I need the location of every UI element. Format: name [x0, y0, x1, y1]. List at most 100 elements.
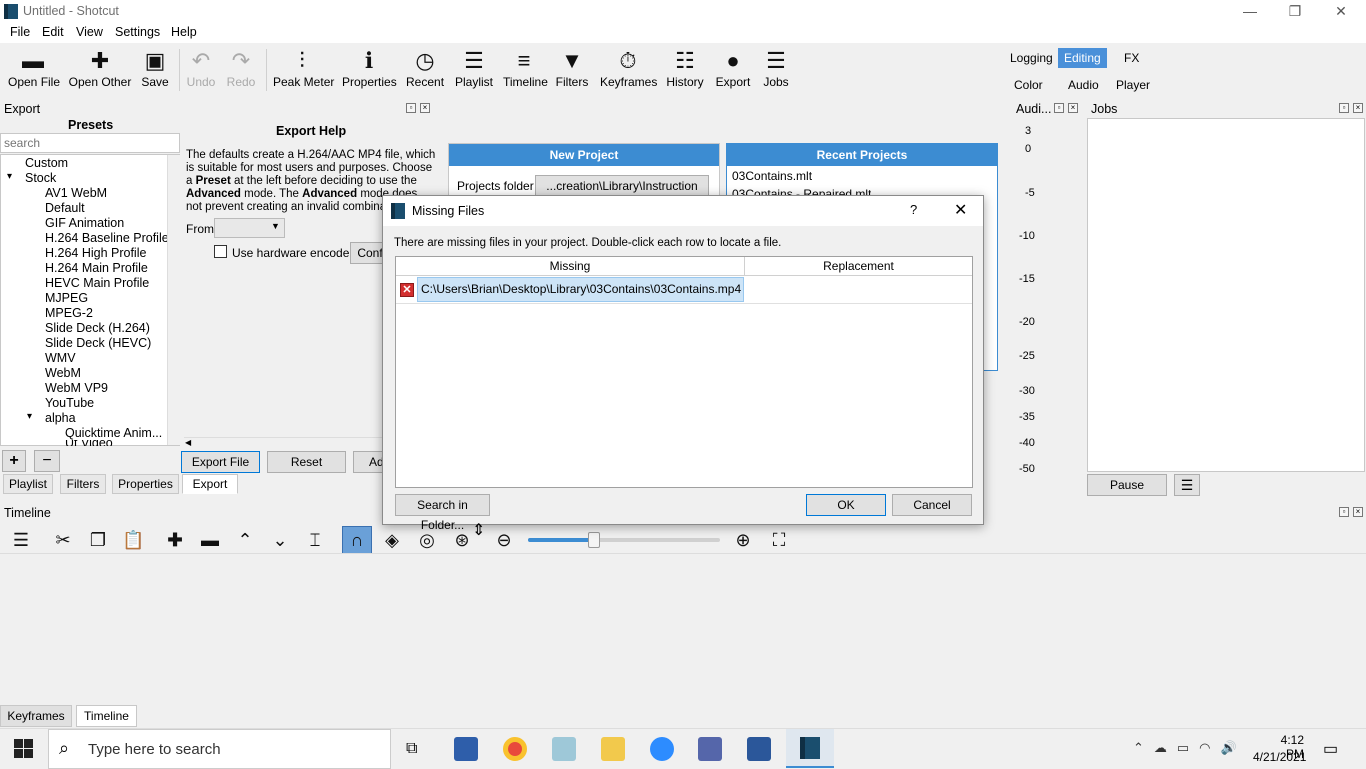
open-other-button[interactable]: ✚ Open Other	[68, 47, 132, 97]
windows-start-icon[interactable]	[14, 739, 34, 759]
float-panel-icon[interactable]: ▫	[406, 103, 416, 113]
list-item[interactable]: WebM VP9	[45, 381, 108, 395]
column-header-missing[interactable]: Missing	[396, 257, 745, 276]
word-icon[interactable]	[747, 737, 771, 761]
taskbar-date[interactable]: 4/21/2021	[1253, 750, 1306, 764]
dialog-help-button[interactable]: ?	[910, 202, 917, 217]
menu-view[interactable]: View	[76, 25, 103, 39]
remove-preset-button[interactable]: −	[34, 450, 60, 472]
tab-properties[interactable]: Properties	[112, 474, 179, 494]
paste-icon[interactable]: 📋	[122, 530, 144, 550]
restore-button[interactable]: ❐	[1272, 2, 1318, 22]
layout-color[interactable]: Color	[1008, 75, 1049, 95]
keyframes-button[interactable]: ⏱ Keyframes	[600, 47, 657, 97]
app-icon[interactable]	[552, 737, 576, 761]
list-item[interactable]: MPEG-2	[45, 306, 93, 320]
chrome-icon[interactable]	[503, 737, 527, 761]
save-button[interactable]: ▣ Save	[138, 47, 172, 97]
tab-keyframes[interactable]: Keyframes	[0, 705, 72, 727]
history-button[interactable]: ☷ History	[666, 47, 704, 97]
list-item[interactable]: Stock	[25, 171, 56, 185]
split-icon[interactable]: ⌶	[304, 530, 326, 550]
list-item[interactable]: H.264 High Profile	[45, 246, 146, 260]
list-item[interactable]: WMV	[45, 351, 76, 365]
missing-file-path[interactable]: C:\Users\Brian\Desktop\Library\03Contain…	[417, 277, 744, 302]
notification-icon[interactable]: ▭	[1323, 739, 1338, 759]
peak-meter-button[interactable]: ⫶ Peak Meter	[273, 47, 334, 97]
tab-export[interactable]: Export	[182, 474, 238, 494]
ok-button[interactable]: OK	[806, 494, 886, 516]
help-hscrollbar[interactable]: ◀	[184, 437, 384, 449]
presets-tree[interactable]: Custom ▾ Stock AV1 WebM Default GIF Anim…	[0, 154, 180, 446]
list-item[interactable]: GIF Animation	[45, 216, 124, 230]
task-view-icon[interactable]: ⧉	[406, 740, 417, 758]
zoom-in-icon[interactable]: ⊕	[732, 530, 754, 550]
zoom-slider[interactable]	[528, 532, 720, 548]
copy-icon[interactable]: ❐	[87, 530, 109, 550]
table-row[interactable]: ✕ C:\Users\Brian\Desktop\Library\03Conta…	[396, 276, 972, 304]
zoom-app-icon[interactable]	[650, 737, 674, 761]
timeline-button[interactable]: ≡ Timeline	[503, 47, 548, 97]
shotcut-taskbar-button[interactable]	[786, 729, 834, 768]
add-preset-button[interactable]: +	[2, 450, 26, 472]
menu-settings[interactable]: Settings	[115, 25, 160, 39]
close-panel-icon[interactable]: ×	[1068, 103, 1078, 113]
append-icon[interactable]: ✚	[164, 530, 186, 550]
filters-button[interactable]: ▼ Filters	[555, 47, 589, 97]
presets-scrollbar[interactable]	[167, 155, 180, 445]
undo-button[interactable]: ↶ Undo	[184, 47, 218, 97]
reset-button[interactable]: Reset	[267, 451, 346, 473]
snap-icon[interactable]: ∩	[342, 526, 372, 554]
close-window-button[interactable]: ✕	[1318, 2, 1364, 22]
menu-help[interactable]: Help	[171, 25, 197, 39]
cut-icon[interactable]: ✂	[52, 530, 74, 550]
jobs-list[interactable]	[1087, 118, 1365, 472]
redo-button[interactable]: ↷ Redo	[224, 47, 258, 97]
scrub-icon[interactable]: ◈	[381, 530, 403, 550]
list-item[interactable]: AV1 WebM	[45, 186, 107, 200]
minimize-button[interactable]: —	[1227, 2, 1273, 22]
column-header-replacement[interactable]: Replacement	[745, 257, 972, 276]
tab-filters[interactable]: Filters	[60, 474, 106, 494]
taskbar-search-box[interactable]: ⌕ Type here to search	[48, 729, 391, 769]
advanced-button[interactable]: Ad	[353, 451, 384, 473]
open-file-button[interactable]: ▬ Open File	[8, 47, 60, 97]
timeline-menu-icon[interactable]: ☰	[10, 530, 32, 550]
expand-arrow-icon[interactable]: ▾	[27, 411, 32, 422]
menu-edit[interactable]: Edit	[42, 25, 64, 39]
dialog-close-button[interactable]: ✕	[954, 200, 967, 220]
list-item[interactable]: Slide Deck (HEVC)	[45, 336, 151, 350]
system-tray-icons[interactable]: ⌃☁▭◠🔊	[1133, 740, 1247, 756]
list-item[interactable]: Quicktime Anim...	[65, 426, 162, 440]
app-icon[interactable]	[698, 737, 722, 761]
expand-arrow-icon[interactable]: ▾	[7, 171, 12, 182]
cancel-button[interactable]: Cancel	[892, 494, 972, 516]
missing-files-table[interactable]: Missing Replacement ✕ C:\Users\Brian\Des…	[395, 256, 973, 488]
layout-audio[interactable]: Audio	[1062, 75, 1105, 95]
layout-logging[interactable]: Logging	[1004, 48, 1059, 68]
timeline-area[interactable]	[0, 553, 1366, 703]
from-dropdown[interactable]: ▼	[214, 218, 285, 238]
mail-app-icon[interactable]	[454, 737, 478, 761]
preset-search-input[interactable]	[0, 133, 180, 153]
remove-icon[interactable]: ▬	[199, 530, 221, 550]
menu-file[interactable]: File	[10, 25, 30, 39]
list-item[interactable]: alpha	[45, 411, 76, 425]
jobs-menu-button[interactable]: ☰	[1174, 474, 1200, 496]
export-button[interactable]: ● Export	[714, 47, 752, 97]
float-panel-icon[interactable]: ▫	[1339, 507, 1349, 517]
search-in-folder-button[interactable]: Search in Folder...	[395, 494, 490, 532]
file-explorer-icon[interactable]	[601, 737, 625, 761]
list-item[interactable]: WebM	[45, 366, 81, 380]
overwrite-icon[interactable]: ⌄	[269, 530, 291, 550]
replacement-file-path[interactable]	[745, 277, 971, 302]
list-item[interactable]: H.264 Main Profile	[45, 261, 148, 275]
recent-project-item[interactable]: 03Contains.mlt	[732, 169, 812, 183]
tab-playlist[interactable]: Playlist	[3, 474, 53, 494]
pause-jobs-button[interactable]: Pause	[1087, 474, 1167, 496]
properties-button[interactable]: ℹ Properties	[342, 47, 397, 97]
list-item[interactable]: Default	[45, 201, 85, 215]
lift-icon[interactable]: ⌃	[234, 530, 256, 550]
playlist-button[interactable]: ☰ Playlist	[455, 47, 493, 97]
list-item[interactable]: HEVC Main Profile	[45, 276, 149, 290]
